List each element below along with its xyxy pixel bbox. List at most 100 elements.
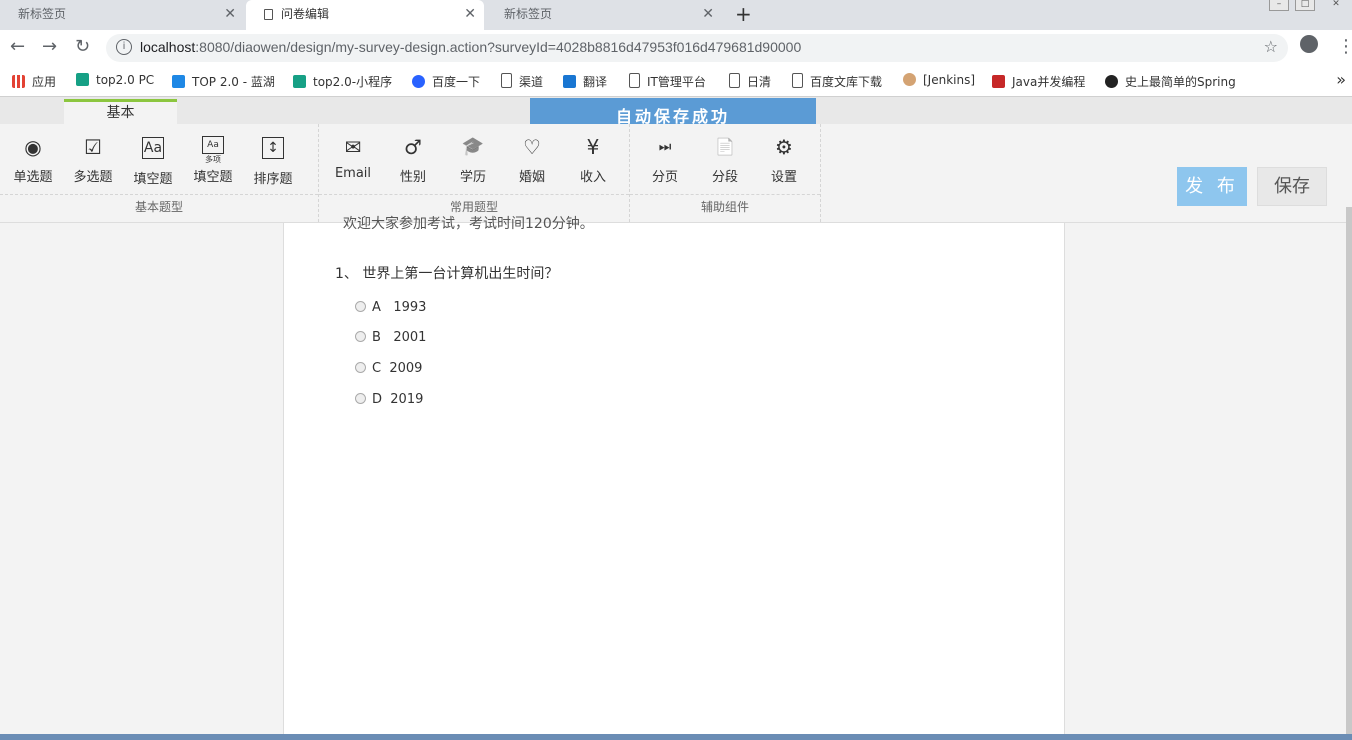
bookmarks-overflow-icon[interactable]: » (1336, 70, 1346, 89)
question-title[interactable]: 1、 世界上第一台计算机出生时间？ (335, 263, 558, 283)
bookmark-channel[interactable]: 渠道 (501, 73, 543, 90)
bookmark-wenku[interactable]: 百度文库下载 (792, 73, 882, 90)
tool-education[interactable]: 🎓 学历 (444, 134, 502, 185)
option-a[interactable]: A 1993 (355, 300, 426, 315)
site-info-icon[interactable]: i (116, 39, 132, 55)
group-auxiliary: ⏭ 分页 📄 分段 ⚙ 设置 辅助组件 (630, 124, 821, 222)
save-button[interactable]: 保存 (1257, 167, 1327, 206)
gender-icon: ♂ (404, 135, 422, 159)
bookmark-daily[interactable]: 日清 (729, 73, 771, 90)
tool-single-choice[interactable]: ◉ 单选题 (4, 134, 62, 185)
apps-grid-icon (12, 75, 25, 88)
bookmark-spring[interactable]: 史上最简单的Spring (1105, 73, 1240, 90)
publish-button[interactable]: 发 布 (1177, 167, 1247, 206)
group-common-types: ✉ Email ♂ 性别 🎓 学历 ♡ 婚姻 ¥ 收入 常用题型 (319, 124, 630, 222)
tab-survey-edit[interactable]: 问卷编辑 ✕ (246, 0, 484, 30)
os-taskbar (0, 734, 1352, 740)
tool-fill-blank[interactable]: Aa 填空题 (124, 134, 182, 187)
graduation-cap-icon: 🎓 (461, 136, 485, 157)
ribbon-tab-basic[interactable]: 基本 (64, 99, 177, 124)
heart-icon: ♡ (523, 135, 541, 159)
multi-text-input-icon: Aa (202, 136, 224, 154)
tab-close-icon[interactable]: ✕ (464, 0, 476, 28)
page-break-icon: ⏭ (658, 139, 672, 155)
radio-icon[interactable] (355, 393, 366, 404)
tab-label: 新标签页 (18, 7, 67, 21)
profile-avatar-icon[interactable] (1300, 35, 1318, 53)
page-icon (729, 73, 740, 88)
page-icon (792, 73, 803, 88)
close-window-icon[interactable]: ✕ (1322, 0, 1350, 11)
play-icon (76, 73, 89, 86)
bookmark-baidu[interactable]: 百度一下 (412, 73, 480, 90)
tab-label: 问卷编辑 (281, 7, 330, 21)
survey-intro: 欢迎大家参加考试，考试时间120分钟。 (343, 216, 594, 232)
tool-marriage[interactable]: ♡ 婚姻 (503, 134, 561, 185)
new-tab-button[interactable]: + (735, 2, 752, 26)
github-icon (1105, 75, 1118, 88)
minimize-icon[interactable]: – (1269, 0, 1289, 11)
yen-icon: ¥ (586, 135, 600, 159)
tool-settings[interactable]: ⚙ 设置 (755, 134, 813, 185)
reload-icon[interactable]: ↻ (75, 36, 90, 57)
option-d[interactable]: D 2019 (355, 392, 423, 407)
bookmark-jenkins[interactable]: [Jenkins] (903, 73, 975, 87)
forward-icon[interactable]: → (42, 36, 57, 57)
survey-editor-page: 基本 自动保存成功 ◉ 单选题 ☑ 多选题 Aa 填空题 Aa 多项 填空题 ↕ 排序题 基… (0, 97, 1352, 740)
page-icon (629, 73, 640, 88)
tool-sort[interactable]: ↕ 排序题 (244, 134, 302, 187)
group-label: 辅助组件 (630, 194, 820, 222)
radio-icon[interactable] (355, 331, 366, 342)
tool-page-break[interactable]: ⏭ 分页 (636, 134, 694, 185)
browser-tab-strip: 新标签页 ✕ 问卷编辑 ✕ 新标签页 ✕ + – □ ✕ (0, 0, 1352, 30)
group-basic-types: ◉ 单选题 ☑ 多选题 Aa 填空题 Aa 多项 填空题 ↕ 排序题 基本题型 (0, 124, 319, 222)
option-c[interactable]: C 2009 (355, 361, 422, 376)
back-icon[interactable]: ← (10, 36, 25, 57)
tab-close-icon[interactable]: ✕ (224, 0, 236, 28)
bookmark-apps[interactable]: 应用 (12, 73, 56, 90)
bookmark-top2-pc[interactable]: top2.0 PC (76, 73, 154, 87)
address-bar[interactable]: i localhost:8080/diaowen/design/my-surve… (106, 34, 1288, 62)
page-icon (264, 9, 273, 20)
tab-close-icon[interactable]: ✕ (702, 0, 714, 28)
radio-icon[interactable] (355, 362, 366, 373)
text-input-icon: Aa (142, 137, 164, 159)
group-label: 基本题型 (0, 194, 318, 222)
page-scrollbar[interactable] (1346, 207, 1352, 737)
tab-new-2[interactable]: 新标签页 ✕ (486, 0, 722, 30)
lanhu-icon (172, 75, 185, 88)
play-icon (293, 75, 306, 88)
jenkins-icon (903, 73, 916, 86)
bookmark-lanhu[interactable]: TOP 2.0 - 蓝湖 (172, 73, 275, 90)
browser-toolbar: ← → ↻ i localhost:8080/diaowen/design/my… (0, 30, 1352, 66)
email-icon: ✉ (344, 135, 362, 159)
url-text[interactable]: localhost:8080/diaowen/design/my-survey-… (140, 39, 801, 55)
bookmarks-bar: 应用 top2.0 PC TOP 2.0 - 蓝湖 top2.0-小程序 百度一… (0, 66, 1352, 97)
baidu-paw-icon (412, 75, 425, 88)
tool-multi-fill-blank[interactable]: Aa 多项 填空题 (184, 134, 242, 185)
tab-new-1[interactable]: 新标签页 ✕ (0, 0, 244, 30)
question-type-ribbon: ◉ 单选题 ☑ 多选题 Aa 填空题 Aa 多项 填空题 ↕ 排序题 基本题型 ✉ Email… (0, 124, 1352, 223)
bookmark-it-platform[interactable]: IT管理平台 (629, 73, 706, 90)
maximize-icon[interactable]: □ (1295, 0, 1315, 11)
tool-email[interactable]: ✉ Email (324, 134, 382, 181)
sort-icon: ↕ (262, 137, 284, 159)
tool-multi-choice[interactable]: ☑ 多选题 (64, 134, 122, 185)
checkbox-icon: ☑ (84, 135, 102, 159)
tab-label: 新标签页 (504, 7, 553, 21)
translate-icon (563, 75, 576, 88)
menu-kebab-icon[interactable]: ⋮ (1337, 36, 1352, 57)
radio-icon: ◉ (24, 135, 42, 159)
tool-section[interactable]: 📄 分段 (696, 134, 754, 185)
tool-gender[interactable]: ♂ 性别 (384, 134, 442, 185)
bookmark-star-icon[interactable]: ☆ (1264, 37, 1278, 56)
bookmark-top2-mini[interactable]: top2.0-小程序 (293, 73, 392, 90)
survey-canvas: 欢迎大家参加考试，考试时间120分钟。 1、 世界上第一台计算机出生时间？ A … (283, 216, 1065, 740)
option-b[interactable]: B 2001 (355, 330, 426, 345)
bookmark-translate[interactable]: 翻译 (563, 73, 607, 90)
settings-icon: ⚙ (775, 135, 793, 159)
page-icon (501, 73, 512, 88)
radio-icon[interactable] (355, 301, 366, 312)
tool-income[interactable]: ¥ 收入 (564, 134, 622, 185)
bookmark-java-concurrency[interactable]: Java并发编程 (992, 73, 1085, 90)
